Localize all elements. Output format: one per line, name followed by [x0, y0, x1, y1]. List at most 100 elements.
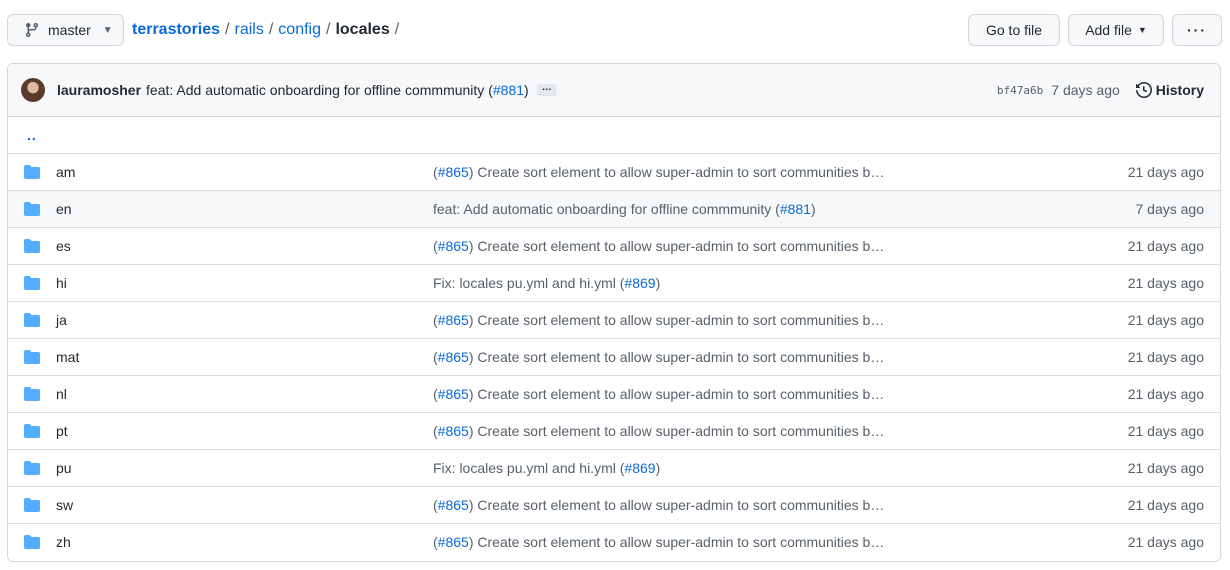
folder-name-link[interactable]: mat [56, 349, 79, 365]
git-branch-icon [25, 23, 38, 38]
file-commit-message-text: ) Create sort element to allow super-adm… [468, 497, 885, 513]
folder-icon [24, 387, 40, 401]
folder-name-link[interactable]: sw [56, 497, 73, 513]
file-commit-message-text: ) Create sort element to allow super-adm… [468, 386, 885, 402]
file-row[interactable]: pu Fix: locales pu.yml and hi.yml (#869) 2… [8, 449, 1220, 486]
chevron-down-icon: ▼ [102, 24, 113, 36]
file-commit-age: 21 days ago [1127, 460, 1204, 476]
folder-name-link[interactable]: pu [56, 460, 72, 476]
file-commit-message-text: ) Create sort element to allow super-adm… [468, 164, 885, 180]
file-browser: lauramosher feat: Add automatic onboardi… [7, 63, 1221, 562]
file-row[interactable]: hi Fix: locales pu.yml and hi.yml (#869) 2… [8, 264, 1220, 301]
top-bar: master ▼ terrastories / rails / config /… [7, 14, 1222, 46]
folder-icon [24, 350, 40, 364]
file-row[interactable]: sw (#865) Create sort element to allow su… [8, 486, 1220, 523]
commit-message-end: ) [524, 82, 529, 98]
file-commit-age: 21 days ago [1127, 423, 1204, 439]
file-commit-message: Fix: locales pu.yml and hi.yml (#869) [433, 275, 660, 291]
file-row[interactable]: nl (#865) Create sort element to allow su… [8, 375, 1220, 412]
file-row[interactable]: am (#865) Create sort element to allow su… [8, 153, 1220, 190]
commit-sha-link[interactable]: bf47a6b [997, 84, 1043, 97]
folder-icon [24, 165, 40, 179]
file-commit-pr-link[interactable]: #869 [624, 275, 655, 291]
add-file-label: Add file [1085, 22, 1132, 38]
folder-name-link[interactable]: nl [56, 386, 67, 402]
file-commit-pr-link[interactable]: #865 [438, 349, 469, 365]
folder-icon [24, 239, 40, 253]
avatar[interactable] [21, 78, 45, 102]
file-commit-age: 21 days ago [1127, 534, 1204, 550]
file-commit-age: 21 days ago [1127, 312, 1204, 328]
breadcrumb-rails-link[interactable]: rails [235, 21, 264, 39]
file-commit-message: feat: Add automatic onboarding for offli… [433, 201, 816, 217]
file-commit-message: (#865) Create sort element to allow supe… [433, 386, 884, 402]
commit-message: feat: Add automatic onboarding for offli… [146, 82, 529, 98]
file-commit-message-prefix: Fix: locales pu.yml and hi.yml ( [433, 460, 625, 476]
history-link[interactable]: History [1135, 82, 1204, 98]
folder-icon [24, 202, 40, 216]
file-commit-pr-link[interactable]: #865 [438, 164, 469, 180]
parent-directory-link[interactable]: .. [24, 127, 37, 143]
file-commit-message: (#865) Create sort element to allow supe… [433, 312, 884, 328]
folder-name-link[interactable]: pt [56, 423, 68, 439]
file-commit-age: 21 days ago [1127, 497, 1204, 513]
file-commit-age: 21 days ago [1127, 238, 1204, 254]
file-commit-message-text: ) [810, 201, 816, 217]
folder-icon [24, 276, 40, 290]
file-commit-message-text: ) [655, 460, 661, 476]
expand-commit-button[interactable]: … [536, 83, 557, 96]
file-commit-message-prefix: Fix: locales pu.yml and hi.yml ( [433, 275, 625, 291]
file-commit-message-text: ) Create sort element to allow super-adm… [468, 423, 885, 439]
file-commit-pr-link[interactable]: #869 [624, 460, 655, 476]
file-row[interactable]: es (#865) Create sort element to allow su… [8, 227, 1220, 264]
file-commit-age: 21 days ago [1127, 275, 1204, 291]
file-commit-pr-link[interactable]: #865 [438, 312, 469, 328]
file-commit-pr-link[interactable]: #865 [438, 534, 469, 550]
folder-name-link[interactable]: am [56, 164, 75, 180]
file-commit-pr-link[interactable]: #865 [438, 423, 469, 439]
breadcrumb-repo-link[interactable]: terrastories [132, 21, 220, 39]
folder-name-link[interactable]: es [56, 238, 71, 254]
branch-selector-button[interactable]: master ▼ [7, 14, 124, 46]
file-commit-message: (#865) Create sort element to allow supe… [433, 164, 884, 180]
latest-commit-bar: lauramosher feat: Add automatic onboardi… [8, 64, 1220, 117]
commit-age: 7 days ago [1051, 82, 1120, 98]
add-file-button[interactable]: Add file ▼ [1068, 14, 1164, 46]
branch-name: master [48, 22, 91, 38]
file-row[interactable]: en feat: Add automatic onboarding for off… [8, 190, 1220, 227]
commit-author-link[interactable]: lauramosher [57, 82, 141, 98]
commit-message-text: feat: Add automatic onboarding for offli… [146, 82, 493, 98]
file-commit-message-text: ) Create sort element to allow super-adm… [468, 238, 885, 254]
folder-icon [24, 498, 40, 512]
folder-icon [24, 424, 40, 438]
file-commit-pr-link[interactable]: #881 [780, 201, 811, 217]
parent-directory-row[interactable]: .. [8, 117, 1220, 153]
file-commit-message: (#865) Create sort element to allow supe… [433, 423, 884, 439]
file-commit-message: (#865) Create sort element to allow supe… [433, 349, 884, 365]
breadcrumb-current: locales [335, 21, 390, 38]
folder-icon [24, 535, 40, 549]
file-commit-message-prefix: feat: Add automatic onboarding for offli… [433, 201, 780, 217]
file-row[interactable]: pt (#865) Create sort element to allow su… [8, 412, 1220, 449]
history-label: History [1155, 82, 1204, 98]
commit-pr-link[interactable]: #881 [493, 82, 524, 98]
file-commit-pr-link[interactable]: #865 [438, 386, 469, 402]
file-commit-pr-link[interactable]: #865 [438, 497, 469, 513]
file-commit-age: 21 days ago [1127, 164, 1204, 180]
more-options-button[interactable]: ··· [1172, 14, 1222, 46]
file-commit-message-text: ) [655, 275, 661, 291]
file-commit-message: Fix: locales pu.yml and hi.yml (#869) [433, 460, 660, 476]
breadcrumb-trailing-separator: / [394, 21, 400, 38]
file-row[interactable]: mat (#865) Create sort element to allow s… [8, 338, 1220, 375]
breadcrumb-config-link[interactable]: config [278, 21, 321, 39]
file-row[interactable]: zh (#865) Create sort element to allow su… [8, 523, 1220, 560]
folder-icon [24, 313, 40, 327]
folder-name-link[interactable]: zh [56, 534, 71, 550]
folder-name-link[interactable]: en [56, 201, 72, 217]
go-to-file-button[interactable]: Go to file [968, 14, 1060, 46]
folder-name-link[interactable]: ja [56, 312, 67, 328]
file-commit-message-text: ) Create sort element to allow super-adm… [468, 349, 885, 365]
folder-name-link[interactable]: hi [56, 275, 67, 291]
file-commit-pr-link[interactable]: #865 [438, 238, 469, 254]
file-row[interactable]: ja (#865) Create sort element to allow su… [8, 301, 1220, 338]
